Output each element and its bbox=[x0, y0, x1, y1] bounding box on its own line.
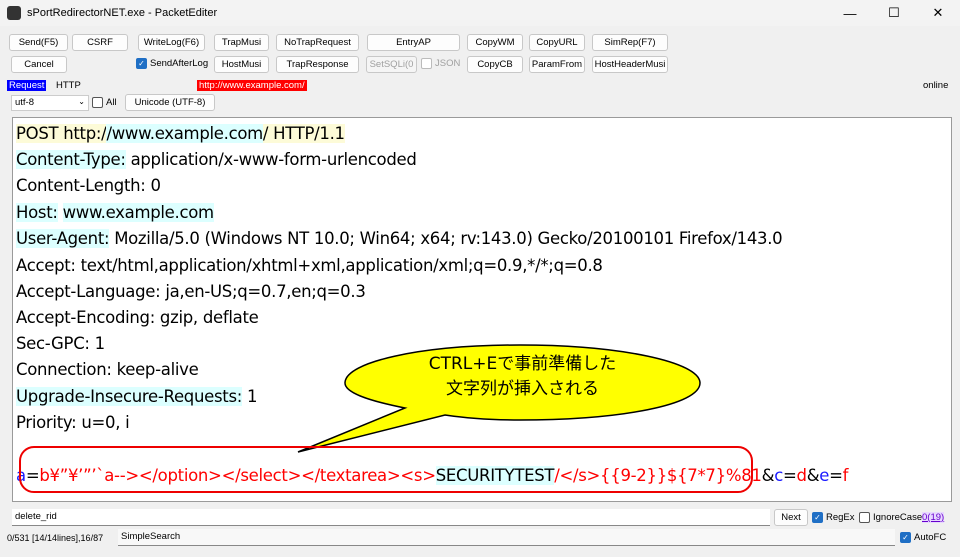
search-mode-select[interactable]: SimpleSearch bbox=[118, 529, 895, 546]
regex-label: RegEx bbox=[826, 512, 855, 523]
ignorecase-checkbox[interactable]: IgnoreCase bbox=[859, 512, 922, 523]
autofc-checkbox[interactable]: ✓ AutoFC bbox=[900, 532, 946, 543]
ignorecase-label: IgnoreCase bbox=[873, 512, 923, 523]
regex-checkbox[interactable]: ✓ RegEx bbox=[812, 512, 855, 523]
callout-line: CTRL+Eで事前準備した bbox=[428, 354, 617, 374]
next-button[interactable]: Next bbox=[774, 509, 808, 526]
match-count-link[interactable]: 0(19) bbox=[922, 512, 945, 523]
callout-text: CTRL+Eで事前準備した 文字列が挿入される bbox=[345, 352, 700, 402]
autofc-label: AutoFC bbox=[914, 532, 947, 543]
cursor-position: 0/531 [14/14lines],16/87 bbox=[7, 533, 104, 543]
callout-line: 文字列が挿入される bbox=[446, 379, 599, 399]
highlight-box bbox=[19, 446, 753, 493]
search-input[interactable]: delete_rid bbox=[12, 509, 770, 526]
callout-annotation bbox=[19, 344, 753, 493]
